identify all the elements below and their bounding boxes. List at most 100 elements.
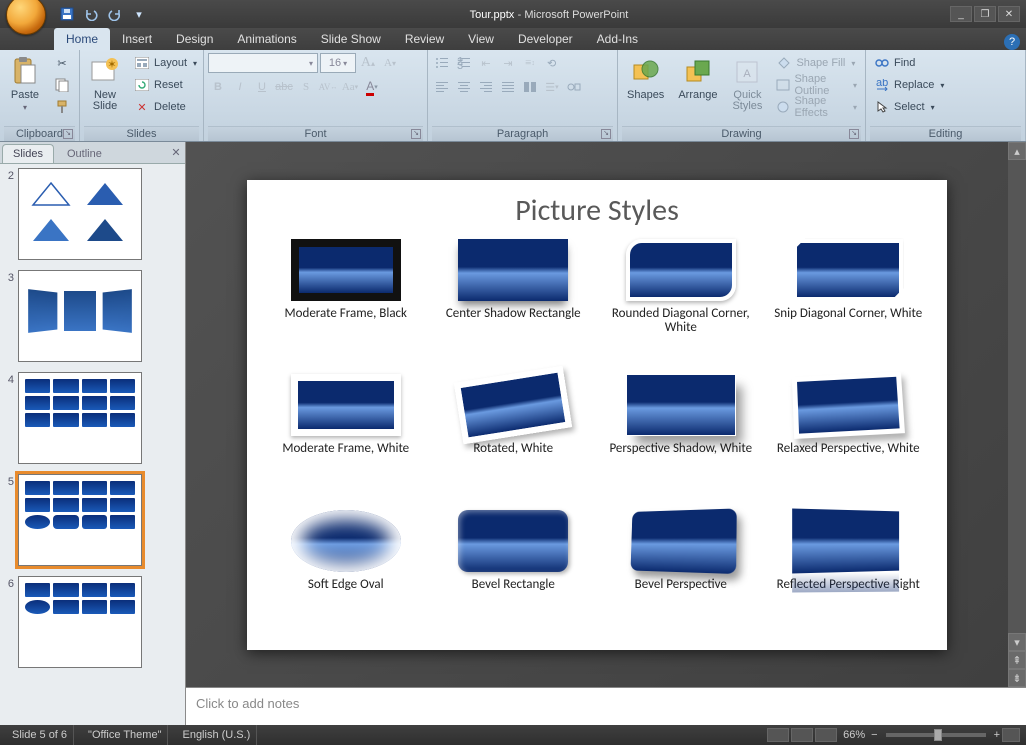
editor-area: Picture Styles Moderate Frame, Black Cen… xyxy=(186,142,1026,725)
notes-pane[interactable]: Click to add notes xyxy=(186,687,1026,725)
dialog-launcher-icon[interactable]: ↘ xyxy=(63,129,73,139)
thumb-row[interactable]: 6 xyxy=(2,576,181,668)
increase-indent-button[interactable]: ⇥ xyxy=(498,53,518,73)
align-left-button[interactable] xyxy=(432,77,452,97)
tab-add-ins[interactable]: Add-Ins xyxy=(585,28,650,50)
smartart-button[interactable] xyxy=(564,77,584,97)
panel-tab-slides[interactable]: Slides xyxy=(2,144,54,163)
tab-design[interactable]: Design xyxy=(164,28,225,50)
zoom-slider[interactable] xyxy=(886,733,986,737)
format-painter-button[interactable] xyxy=(50,97,74,117)
help-icon[interactable]: ? xyxy=(1004,34,1020,50)
close-button[interactable]: ✕ xyxy=(998,6,1020,22)
bullets-button[interactable] xyxy=(432,53,452,73)
align-center-button[interactable] xyxy=(454,77,474,97)
shadow-text-button[interactable]: S xyxy=(296,77,316,97)
font-family-combo[interactable]: ▾ xyxy=(208,53,318,73)
thumb-slide-5[interactable] xyxy=(18,474,142,566)
undo-icon[interactable] xyxy=(82,5,100,23)
thumb-slide-6[interactable] xyxy=(18,576,142,668)
panel-tab-outline[interactable]: Outline xyxy=(56,144,113,163)
zoom-in-button[interactable]: + xyxy=(994,729,1000,741)
shapes-button[interactable]: Shapes xyxy=(622,53,669,104)
slideshow-view-button[interactable] xyxy=(815,728,837,742)
minimize-button[interactable]: _ xyxy=(950,6,972,22)
group-drawing: Shapes Arrange A Quick Styles Shape Fill… xyxy=(618,50,866,141)
grow-font-button[interactable]: A▴ xyxy=(358,53,378,73)
paste-button[interactable]: Paste ▾ xyxy=(4,53,46,115)
tab-animations[interactable]: Animations xyxy=(225,28,308,50)
zoom-out-button[interactable]: − xyxy=(871,729,877,741)
shape-fill-button[interactable]: Shape Fill▾ xyxy=(772,53,861,73)
align-text-button[interactable]: ☰▾ xyxy=(542,77,562,97)
scroll-track[interactable] xyxy=(1008,160,1026,633)
align-right-button[interactable] xyxy=(476,77,496,97)
line-spacing-button[interactable]: ≡↕ xyxy=(520,53,540,73)
shape-outline-button[interactable]: Shape Outline▾ xyxy=(772,75,861,95)
thumb-slide-2[interactable] xyxy=(18,168,142,260)
thumb-row[interactable]: 2 xyxy=(2,168,181,260)
dialog-launcher-icon[interactable]: ↘ xyxy=(601,129,611,139)
normal-view-button[interactable] xyxy=(767,728,789,742)
scroll-down-icon[interactable]: ▾ xyxy=(1008,633,1026,651)
vertical-scrollbar[interactable]: ▴ ▾ ⇞ ⇟ xyxy=(1008,142,1026,687)
copy-button[interactable] xyxy=(50,75,74,95)
dialog-launcher-icon[interactable]: ↘ xyxy=(411,129,421,139)
qat-customize-icon[interactable]: ▾ xyxy=(130,5,148,23)
scroll-up-icon[interactable]: ▴ xyxy=(1008,142,1026,160)
new-slide-button[interactable]: ✶ New Slide xyxy=(84,53,126,115)
thumb-row[interactable]: 3 xyxy=(2,270,181,362)
thumb-row[interactable]: 5 xyxy=(2,474,181,566)
thumb-slide-3[interactable] xyxy=(18,270,142,362)
arrange-button[interactable]: Arrange xyxy=(673,53,722,104)
slide-canvas[interactable]: Picture Styles Moderate Frame, Black Cen… xyxy=(186,142,1008,687)
thumb-row[interactable]: 4 xyxy=(2,372,181,464)
tab-home[interactable]: Home xyxy=(54,28,110,50)
select-button[interactable]: Select▾ xyxy=(870,97,948,117)
tab-insert[interactable]: Insert xyxy=(110,28,164,50)
thumb-slide-4[interactable] xyxy=(18,372,142,464)
status-language[interactable]: English (U.S.) xyxy=(176,725,257,745)
dialog-launcher-icon[interactable]: ↘ xyxy=(849,129,859,139)
zoom-percent[interactable]: 66% xyxy=(843,729,865,741)
columns-button[interactable] xyxy=(520,77,540,97)
tab-developer[interactable]: Developer xyxy=(506,28,585,50)
italic-button[interactable]: I xyxy=(230,77,250,97)
decrease-indent-button[interactable]: ⇤ xyxy=(476,53,496,73)
save-icon[interactable] xyxy=(58,5,76,23)
quick-styles-button[interactable]: A Quick Styles xyxy=(726,53,768,115)
tab-view[interactable]: View xyxy=(456,28,506,50)
sorter-view-button[interactable] xyxy=(791,728,813,742)
strikethrough-button[interactable]: abc xyxy=(274,77,294,97)
char-spacing-button[interactable]: AV↔ xyxy=(318,77,338,97)
text-direction-button[interactable]: ⟲ xyxy=(542,53,562,73)
bold-button[interactable]: B xyxy=(208,77,228,97)
next-slide-icon[interactable]: ⇟ xyxy=(1008,669,1026,687)
tab-review[interactable]: Review xyxy=(393,28,456,50)
underline-button[interactable]: U xyxy=(252,77,272,97)
thumbnail-list[interactable]: 2 3 xyxy=(0,164,185,725)
maximize-button[interactable]: ❐ xyxy=(974,6,996,22)
redo-icon[interactable] xyxy=(106,5,124,23)
prev-slide-icon[interactable]: ⇞ xyxy=(1008,651,1026,669)
replace-button[interactable]: abReplace▾ xyxy=(870,75,948,95)
panel-close-icon[interactable]: ✕ xyxy=(167,142,185,163)
font-size-combo[interactable]: 16▾ xyxy=(320,53,356,73)
tab-slide-show[interactable]: Slide Show xyxy=(309,28,393,50)
shape-effects-button[interactable]: Shape Effects▾ xyxy=(772,97,861,117)
find-button[interactable]: Find xyxy=(870,53,948,73)
font-color-button[interactable]: A▾ xyxy=(362,77,382,97)
shrink-font-button[interactable]: A▾ xyxy=(380,53,400,73)
reset-button[interactable]: Reset xyxy=(130,75,201,95)
fit-window-button[interactable] xyxy=(1002,728,1020,742)
replace-icon: ab xyxy=(874,77,890,93)
delete-button[interactable]: ✕Delete xyxy=(130,97,201,117)
window-controls: _ ❐ ✕ xyxy=(950,6,1020,22)
numbering-button[interactable]: 123 xyxy=(454,53,474,73)
cut-button[interactable]: ✂ xyxy=(50,53,74,73)
justify-button[interactable] xyxy=(498,77,518,97)
change-case-button[interactable]: Aa▾ xyxy=(340,77,360,97)
style-preview xyxy=(792,508,899,573)
zoom-knob[interactable] xyxy=(934,729,942,741)
layout-button[interactable]: Layout▾ xyxy=(130,53,201,73)
